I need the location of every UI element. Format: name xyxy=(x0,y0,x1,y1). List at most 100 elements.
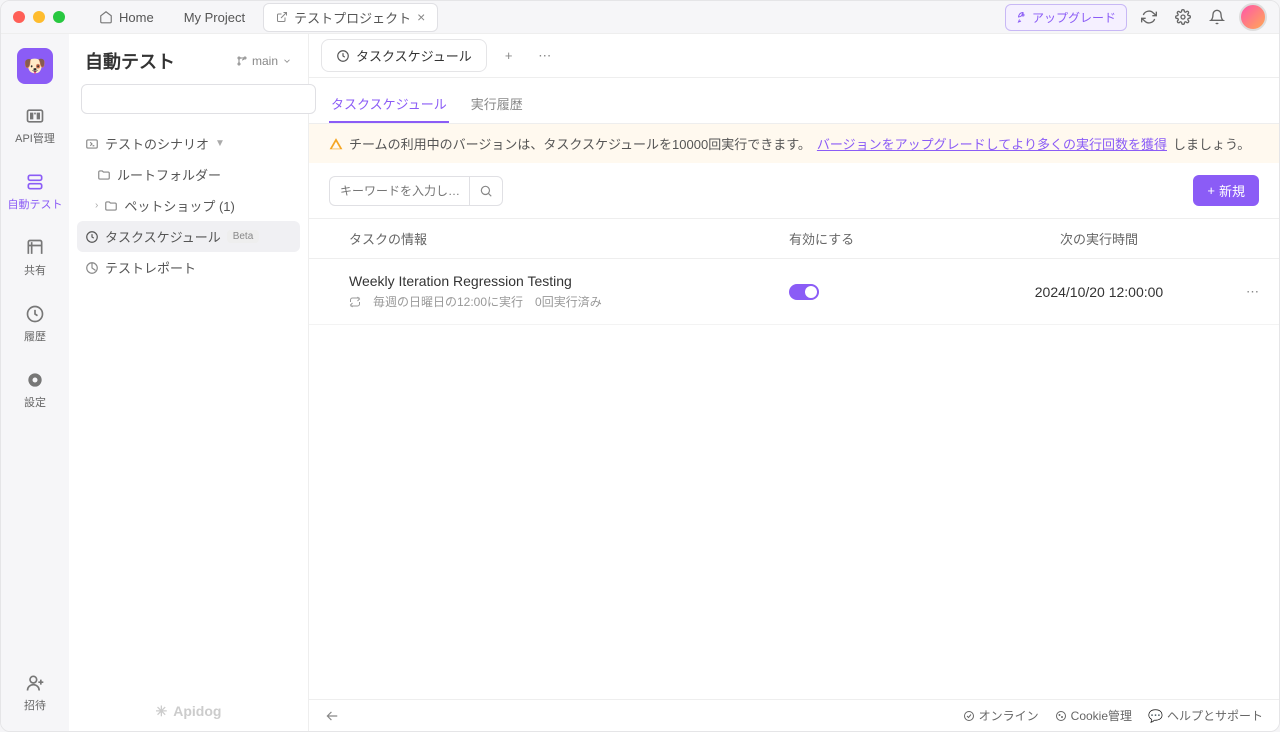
rail-settings[interactable]: 設定 xyxy=(1,366,69,414)
rail-invite[interactable]: 招待 xyxy=(1,669,69,717)
window-controls xyxy=(13,11,65,23)
settings-button[interactable] xyxy=(1171,5,1195,29)
subtab-schedule[interactable]: タスクスケジュール xyxy=(329,86,449,123)
folder-label: ペットショップ (1) xyxy=(124,196,235,215)
window-minimize[interactable] xyxy=(33,11,45,23)
task-runs: 0回実行済み xyxy=(535,293,602,310)
rail-label: 招待 xyxy=(24,697,46,713)
tab-home[interactable]: Home xyxy=(87,6,166,29)
page-tab-schedule[interactable]: タスクスケジュール xyxy=(321,39,487,72)
rail-autotest[interactable]: 自動テスト xyxy=(1,168,69,216)
rail-share[interactable]: 共有 xyxy=(1,234,69,282)
online-icon xyxy=(963,710,975,722)
repeat-icon xyxy=(349,296,361,308)
keyword-input[interactable] xyxy=(329,176,469,206)
task-schedule: 毎週の日曜日の12:00に実行 xyxy=(373,293,523,310)
history-icon xyxy=(25,304,45,324)
user-avatar[interactable] xyxy=(1239,3,1267,31)
subtab-history[interactable]: 実行履歴 xyxy=(469,86,525,123)
branch-icon xyxy=(236,55,248,67)
brand-label: Apidog xyxy=(173,703,221,719)
notifications-button[interactable] xyxy=(1205,5,1229,29)
tree-folder-petshop[interactable]: › ペットショップ (1) xyxy=(77,190,300,221)
autotest-icon xyxy=(25,172,45,192)
branch-name: main xyxy=(252,54,278,68)
chevron-down-icon: ▼ xyxy=(215,138,225,149)
task-name: Weekly Iteration Regression Testing xyxy=(349,273,789,289)
tab-label: Home xyxy=(119,10,154,25)
warning-icon xyxy=(329,137,343,151)
tree-schedule[interactable]: タスクスケジュール Beta xyxy=(77,221,300,252)
rail-label: 履歴 xyxy=(24,328,46,344)
rail-history[interactable]: 履歴 xyxy=(1,300,69,348)
banner-link[interactable]: バージョンをアップグレードしてより多くの実行回数を獲得 xyxy=(817,134,1167,153)
row-more-button[interactable]: ⋯ xyxy=(1209,284,1259,300)
upgrade-banner: チームの利用中のバージョンは、タスクスケジュールを10000回実行できます。 バ… xyxy=(309,124,1279,163)
collapse-sidebar-button[interactable] xyxy=(325,709,947,723)
help-label: ヘルプとサポート xyxy=(1167,707,1263,724)
status-cookie[interactable]: Cookie管理 xyxy=(1055,707,1132,724)
share-icon xyxy=(25,238,45,258)
banner-text: チームの利用中のバージョンは、タスクスケジュールを10000回実行できます。 xyxy=(349,134,811,153)
report-label: テストレポート xyxy=(105,258,196,277)
col-next: 次の実行時間 xyxy=(989,229,1209,248)
window-maximize[interactable] xyxy=(53,11,65,23)
chevron-right-icon: › xyxy=(95,200,98,211)
tree-scenarios[interactable]: テストのシナリオ ▼ xyxy=(77,128,300,159)
sidebar-brand: ✳ Apidog xyxy=(69,691,308,731)
sidebar-search-input[interactable] xyxy=(81,84,316,114)
next-run-time: 2024/10/20 12:00:00 xyxy=(989,284,1209,300)
tree-root-folder[interactable]: ルートフォルダー xyxy=(77,159,300,190)
enable-toggle[interactable] xyxy=(789,284,819,300)
add-tab-button[interactable]: + xyxy=(495,42,523,70)
more-tabs-button[interactable]: ⋯ xyxy=(531,42,559,70)
window-close[interactable] xyxy=(13,11,25,23)
plus-icon: + xyxy=(1207,183,1215,198)
home-icon xyxy=(99,10,113,24)
status-online[interactable]: オンライン xyxy=(963,707,1039,724)
settings-icon xyxy=(25,370,45,390)
chevron-down-icon xyxy=(282,56,292,66)
folder-icon xyxy=(104,199,118,213)
rocket-icon xyxy=(1016,11,1028,23)
workspace-avatar[interactable]: 🐶 xyxy=(17,48,53,84)
table-header: タスクの情報 有効にする 次の実行時間 xyxy=(309,218,1279,259)
sidebar-title: 自動テスト xyxy=(85,48,175,74)
statusbar: オンライン Cookie管理 💬 ヘルプとサポート xyxy=(309,699,1279,731)
main-content: タスクスケジュール + ⋯ タスクスケジュール 実行履歴 チームの利用中のバージ… xyxy=(309,34,1279,731)
external-link-icon xyxy=(276,11,288,23)
refresh-button[interactable] xyxy=(1137,5,1161,29)
report-icon xyxy=(85,261,99,275)
root-folder-label: ルートフォルダー xyxy=(117,165,221,184)
api-icon xyxy=(25,106,45,126)
subtabs: タスクスケジュール 実行履歴 xyxy=(309,78,1279,124)
tab-test-project[interactable]: テストプロジェクト × xyxy=(263,3,438,32)
rail-label: 共有 xyxy=(24,262,46,278)
scenarios-label: テストのシナリオ xyxy=(105,134,209,153)
upgrade-button[interactable]: アップグレード xyxy=(1005,4,1127,31)
rail-label: API管理 xyxy=(15,130,55,146)
col-info: タスクの情報 xyxy=(329,229,789,248)
invite-icon xyxy=(25,673,45,693)
new-button[interactable]: + 新規 xyxy=(1193,175,1259,206)
cookie-icon xyxy=(1055,710,1067,722)
beta-badge: Beta xyxy=(227,230,260,243)
branch-selector[interactable]: main xyxy=(236,54,292,68)
tree-report[interactable]: テストレポート xyxy=(77,252,300,283)
page-tab-label: タスクスケジュール xyxy=(356,46,472,65)
keyword-search-button[interactable] xyxy=(469,176,503,206)
folder-icon xyxy=(97,168,111,182)
tab-label: テストプロジェクト xyxy=(294,8,411,27)
close-icon[interactable]: × xyxy=(417,9,425,25)
rail-api[interactable]: API管理 xyxy=(1,102,69,150)
clock-icon xyxy=(85,230,99,244)
titlebar: Home My Project テストプロジェクト × アップグレード xyxy=(1,1,1279,34)
table-row[interactable]: Weekly Iteration Regression Testing 毎週の日… xyxy=(309,259,1279,325)
upgrade-label: アップグレード xyxy=(1032,9,1116,26)
page-tabbar: タスクスケジュール + ⋯ xyxy=(309,34,1279,78)
new-label: 新規 xyxy=(1219,181,1245,200)
scenarios-icon xyxy=(85,137,99,151)
tab-label: My Project xyxy=(184,10,245,25)
tab-project[interactable]: My Project xyxy=(172,6,257,29)
status-help[interactable]: 💬 ヘルプとサポート xyxy=(1148,707,1263,724)
